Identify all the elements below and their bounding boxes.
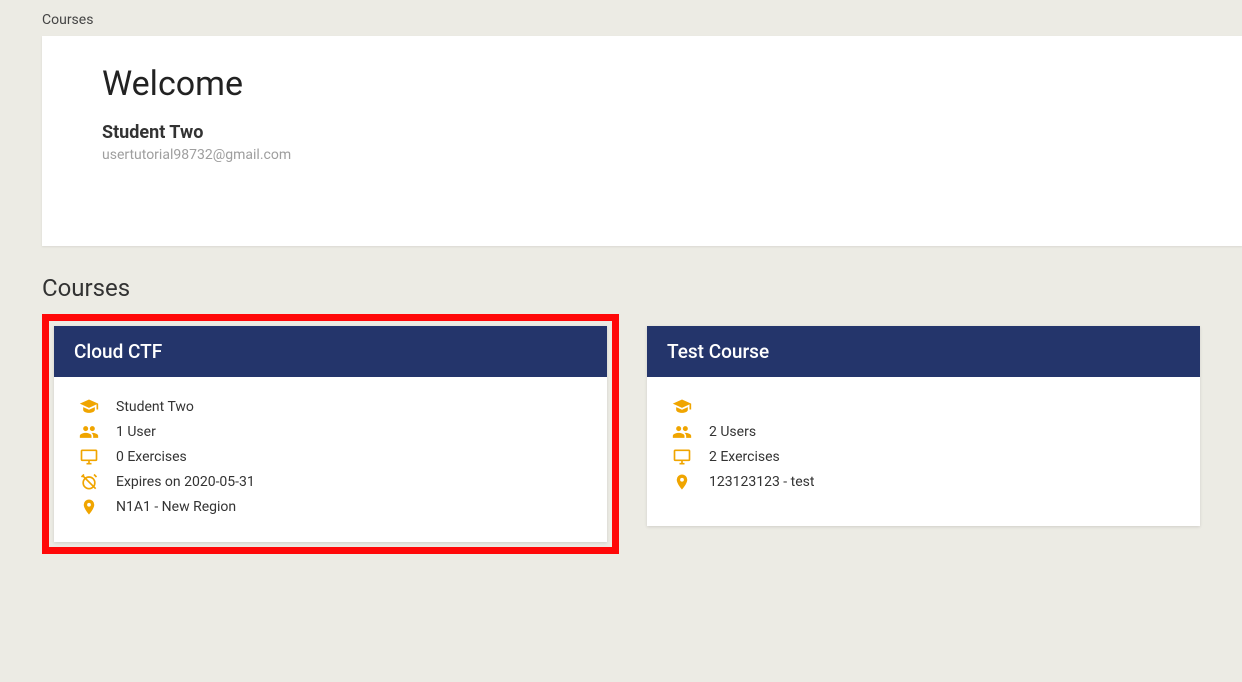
course-plain-wrap: Test Course 2 Users [647, 314, 1200, 526]
course-card-title[interactable]: Cloud CTF [54, 326, 607, 377]
welcome-title: Welcome [102, 64, 1182, 104]
courses-row: Cloud CTF Student Two 1 User [0, 314, 1242, 554]
graduation-cap-icon [671, 397, 693, 417]
welcome-user-email: usertutorial98732@gmail.com [102, 147, 1182, 163]
course-exercises-text: 0 Exercises [116, 449, 187, 465]
breadcrumb[interactable]: Courses [0, 10, 1242, 36]
course-expires-text: Expires on 2020-05-31 [116, 474, 255, 490]
course-card-body: Student Two 1 User 0 Exercises [54, 377, 607, 542]
course-card-body: 2 Users 2 Exercises 123123123 - test [647, 377, 1200, 517]
course-expires-row: Expires on 2020-05-31 [78, 470, 583, 494]
course-owner-text: Student Two [116, 399, 194, 415]
users-icon [78, 422, 100, 442]
course-owner-row: Student Two [78, 395, 583, 419]
course-exercises-row: 0 Exercises [78, 445, 583, 469]
monitor-icon [78, 447, 100, 467]
course-users-row: 2 Users [671, 420, 1176, 444]
page-root: Courses Welcome Student Two usertutorial… [0, 0, 1242, 554]
course-location-text: 123123123 - test [709, 474, 814, 490]
course-card-title[interactable]: Test Course [647, 326, 1200, 377]
location-pin-icon [78, 497, 100, 517]
graduation-cap-icon [78, 397, 100, 417]
users-icon [671, 422, 693, 442]
course-card[interactable]: Cloud CTF Student Two 1 User [54, 326, 607, 542]
course-owner-row [671, 395, 1176, 419]
course-users-text: 2 Users [709, 424, 756, 440]
course-location-row: N1A1 - New Region [78, 495, 583, 519]
courses-section-title: Courses [42, 274, 1242, 302]
course-card[interactable]: Test Course 2 Users [647, 326, 1200, 526]
course-users-text: 1 User [116, 424, 156, 440]
course-location-row: 123123123 - test [671, 470, 1176, 494]
welcome-user-name: Student Two [102, 122, 1182, 143]
monitor-icon [671, 447, 693, 467]
course-exercises-row: 2 Exercises [671, 445, 1176, 469]
location-pin-icon [671, 472, 693, 492]
alarm-off-icon [78, 472, 100, 492]
course-highlight-wrap: Cloud CTF Student Two 1 User [42, 314, 619, 554]
course-users-row: 1 User [78, 420, 583, 444]
welcome-card: Welcome Student Two usertutorial98732@gm… [42, 36, 1242, 246]
course-location-text: N1A1 - New Region [116, 499, 236, 515]
course-exercises-text: 2 Exercises [709, 449, 780, 465]
